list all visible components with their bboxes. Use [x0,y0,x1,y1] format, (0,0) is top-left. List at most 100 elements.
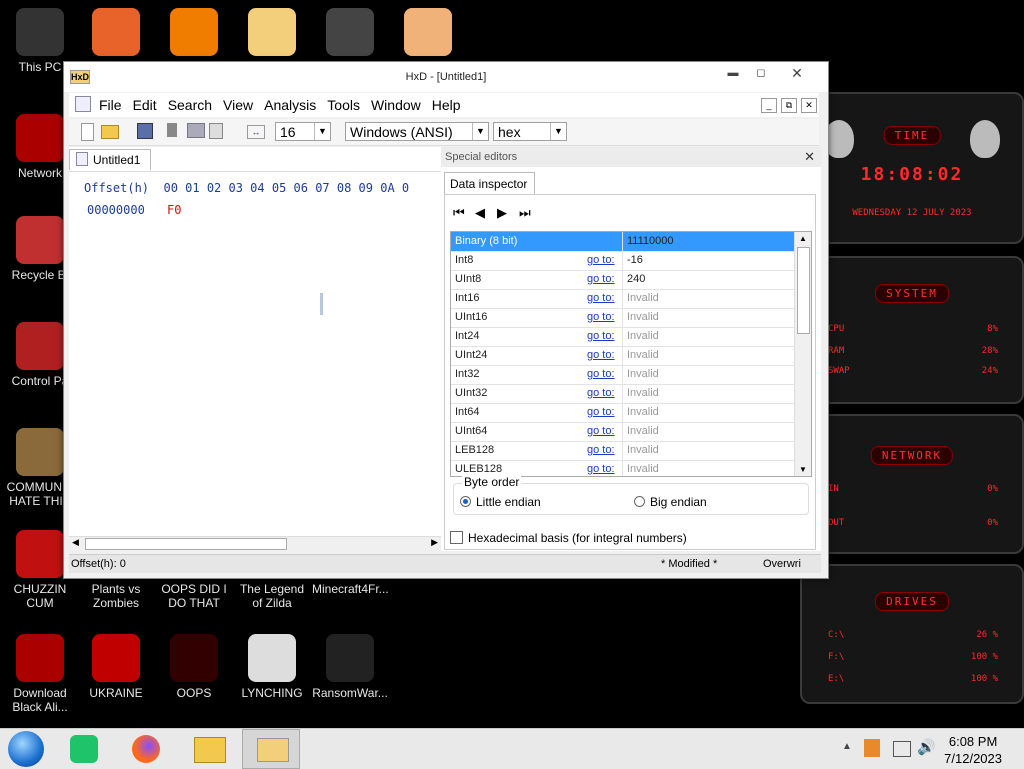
inspector-value[interactable]: Invalid [627,292,659,304]
hex-byte[interactable]: F0 [167,203,181,217]
save-icon[interactable] [137,123,153,139]
desktop-icon-vlc[interactable] [156,8,232,60]
goto-link[interactable]: go to: [587,330,615,342]
start-button[interactable] [8,731,44,767]
last-icon[interactable]: ⏭ [519,205,541,221]
goto-link[interactable]: go to: [587,463,615,475]
inspector-value[interactable]: Invalid [627,425,659,437]
show-hidden-icons-icon[interactable]: ▲ [842,741,852,752]
minimize-button[interactable]: ▬ [720,66,746,80]
inspector-row[interactable]: Int64 go to: Invalid [451,403,794,423]
open-disk-icon[interactable] [167,123,177,137]
close-icon[interactable]: ✕ [804,147,815,167]
volume-icon[interactable]: 🔊 [917,738,936,756]
tray-app-icon[interactable] [864,739,880,757]
inspector-row[interactable]: UInt24 go to: Invalid [451,346,794,366]
goto-link[interactable]: go to: [587,387,615,399]
bytes-per-row-select[interactable]: 16 ▼ [275,122,331,141]
menu-edit[interactable]: Edit [133,93,157,117]
scroll-thumb[interactable] [85,538,287,550]
network-status-icon[interactable] [893,741,911,757]
desktop-icon-oops[interactable]: OOPS [156,634,232,700]
desktop-icon-ransomware[interactable]: RansomWar... [312,634,388,700]
menu-help[interactable]: Help [432,93,461,117]
hex-view[interactable]: Offset(h) 00 01 02 03 04 05 06 07 08 09 … [69,171,441,542]
desktop-icon-hxd-top[interactable] [234,8,310,60]
goto-link[interactable]: go to: [587,349,615,361]
menu-analysis[interactable]: Analysis [264,93,316,117]
inspector-row[interactable]: LEB128 go to: Invalid [451,441,794,461]
inspector-row[interactable]: Binary (8 bit) 11110000 [451,232,794,252]
goto-link[interactable]: go to: [587,311,615,323]
desktop-icon-ukraine[interactable]: UKRAINE [78,634,154,700]
inspector-value[interactable]: Invalid [627,406,659,418]
scroll-up-icon[interactable]: ▲ [799,234,807,243]
document-tab[interactable]: Untitled1 [69,149,151,170]
horizontal-scrollbar[interactable]: ◀ ▶ [69,536,441,550]
vertical-scrollbar[interactable]: ▲ ▼ [794,232,811,476]
goto-link[interactable]: go to: [587,406,615,418]
inspector-value[interactable]: Invalid [627,349,659,361]
maximize-button[interactable]: ◻ [748,66,774,80]
tab-data-inspector[interactable]: Data inspector [444,172,535,195]
scroll-left-icon[interactable]: ◀ [72,537,79,548]
inspector-value[interactable]: 11110000 [627,235,674,247]
first-icon[interactable]: ⏮ [453,205,475,221]
document-icon[interactable] [75,96,91,112]
goto-link[interactable]: go to: [587,273,615,285]
inspector-value[interactable]: Invalid [627,387,659,399]
menu-search[interactable]: Search [168,93,212,117]
menu-window[interactable]: Window [371,93,421,117]
little-endian-radio[interactable]: Little endian [460,495,541,509]
inspector-value[interactable]: Invalid [627,368,659,380]
notes-app-icon[interactable] [70,735,98,763]
previous-icon[interactable]: ◀ [475,205,497,221]
scroll-down-icon[interactable]: ▼ [799,465,807,474]
explorer-taskbar-icon[interactable] [194,737,226,763]
open-copy-icon[interactable] [209,123,223,139]
inspector-row[interactable]: UInt64 go to: Invalid [451,422,794,442]
system-clock[interactable]: 6:08 PM 7/12/2023 [944,733,1002,767]
mdi-minimize-button[interactable]: _ [761,98,777,113]
open-ram-icon[interactable] [187,123,205,138]
new-file-icon[interactable] [81,123,94,141]
scroll-right-icon[interactable]: ▶ [431,537,438,548]
goto-link[interactable]: go to: [587,292,615,304]
inspector-row[interactable]: Int16 go to: Invalid [451,289,794,309]
desktop-icon-maze[interactable] [312,8,388,60]
desktop-icon-doctor[interactable] [390,8,466,60]
inspector-row[interactable]: UInt8 go to: 240 [451,270,794,290]
close-button[interactable]: ✕ [784,66,810,80]
inspector-row[interactable]: UInt32 go to: Invalid [451,384,794,404]
big-endian-radio[interactable]: Big endian [634,495,707,509]
open-folder-icon[interactable] [101,125,119,139]
goto-link[interactable]: go to: [587,368,615,380]
goto-link[interactable]: go to: [587,254,615,266]
hex-basis-checkbox[interactable]: Hexadecimal basis (for integral numbers) [450,531,687,545]
inspector-value[interactable]: 240 [627,273,645,285]
goto-link[interactable]: go to: [587,425,615,437]
offset-base-select[interactable]: hex ▼ [493,122,567,141]
hxd-taskbar-button[interactable] [242,729,300,769]
inspector-value[interactable]: Invalid [627,330,659,342]
inspector-value[interactable]: -16 [627,254,643,266]
scroll-thumb[interactable] [797,247,810,334]
next-icon[interactable]: ▶ [497,205,519,221]
menu-view[interactable]: View [223,93,253,117]
inspector-value[interactable]: Invalid [627,444,659,456]
firefox-taskbar-icon[interactable] [132,735,160,763]
mdi-close-button[interactable]: ✕ [801,98,817,113]
inspector-value[interactable]: Invalid [627,463,659,475]
desktop-icon-lynching[interactable]: LYNCHING [234,634,310,700]
menu-tools[interactable]: Tools [327,93,360,117]
charset-select[interactable]: Windows (ANSI) ▼ [345,122,489,141]
title-bar[interactable]: HxD HxD - [Untitled1] ▬ ◻ ✕ [64,62,828,92]
inspector-row[interactable]: UInt16 go to: Invalid [451,308,794,328]
desktop-icon-download[interactable]: Download Black Ali... [2,634,78,714]
inspector-row[interactable]: Int24 go to: Invalid [451,327,794,347]
desktop-icon-firefox-top[interactable] [78,8,154,60]
inspector-row[interactable]: Int8 go to: -16 [451,251,794,271]
mdi-restore-button[interactable]: ⧉ [781,98,797,113]
inspector-row[interactable]: Int32 go to: Invalid [451,365,794,385]
menu-file[interactable]: File [99,93,122,117]
